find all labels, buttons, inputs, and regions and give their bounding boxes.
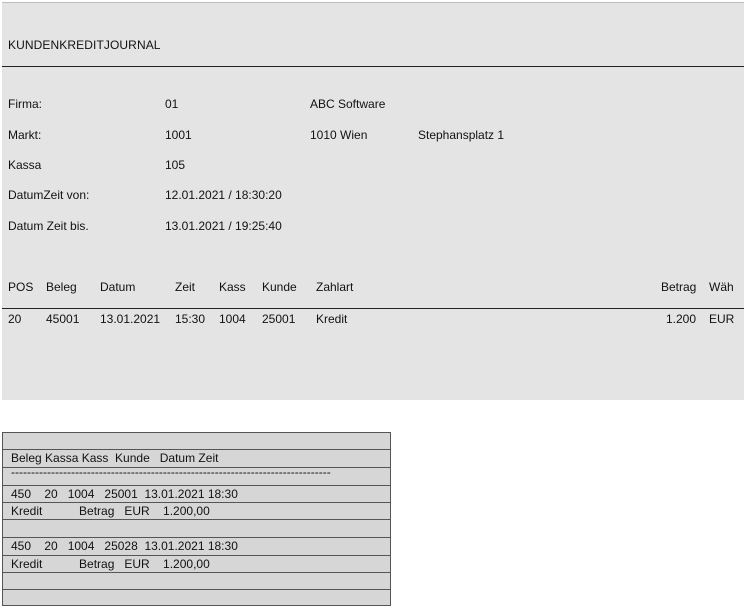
table-cell-zeit: 15:30 [175,312,206,326]
col-header-pos: POS [8,280,34,294]
col-header-zahlart: Zahlart [316,280,354,294]
col-header-beleg: Beleg [46,280,77,294]
col-header-kass: Kass [219,280,246,294]
markt-label: Markt: [8,128,42,142]
table-cell-pos: 20 [8,312,22,326]
firma-value: 01 [165,97,179,111]
receipt-line: Kredit Betrag EUR 1.200,00 [11,557,210,571]
datum-bis-label: Datum Zeit bis. [8,219,89,233]
receipt-line: ----------------------------------------… [11,468,331,479]
report-panel: KUNDENKREDITJOURNAL Firma: 01 ABC Softwa… [2,2,744,400]
col-header-kunde: Kunde [262,280,297,294]
receipt-row: 450 20 1004 25001 13.01.2021 18:30 [3,486,390,503]
datum-von-value: 12.01.2021 / 18:30:20 [165,188,282,202]
receipt-grid: Beleg Kassa Kass Kunde Datum Zeit ------… [2,432,391,606]
receipt-row: Beleg Kassa Kass Kunde Datum Zeit [3,450,390,468]
report-title-bar: KUNDENKREDITJOURNAL [2,2,744,67]
receipt-line: Beleg Kassa Kass Kunde Datum Zeit [11,451,219,465]
markt-city: 1010 Wien [310,128,368,142]
report-title: KUNDENKREDITJOURNAL [8,38,161,52]
markt-value: 1001 [165,128,192,142]
receipt-row: Kredit Betrag EUR 1.200,00 [3,503,390,520]
receipt-row: 450 20 1004 25028 13.01.2021 18:30 [3,538,390,556]
kassa-value: 105 [165,158,186,172]
receipt-line: 450 20 1004 25001 13.01.2021 18:30 [11,487,238,501]
col-header-zeit: Zeit [175,280,196,294]
col-header-waehrung: Wäh [709,280,734,294]
receipt-line: 450 20 1004 25028 13.01.2021 18:30 [11,539,238,553]
table-cell-beleg: 45001 [46,312,80,326]
col-header-datum: Datum [100,280,136,294]
report-body: Firma: 01 ABC Software Markt: 1001 1010 … [2,68,744,400]
datum-von-label: DatumZeit von: [8,188,90,202]
receipt-row: ----------------------------------------… [3,468,390,486]
datum-bis-value: 13.01.2021 / 19:25:40 [165,219,282,233]
table-cell-datum: 13.01.2021 [100,312,161,326]
receipt-row: Kredit Betrag EUR 1.200,00 [3,556,390,573]
markt-street: Stephansplatz 1 [418,128,505,142]
receipt-row [3,433,390,450]
table-cell-waehrung: EUR [709,312,735,326]
table-cell-betrag: 1.200 [666,312,697,326]
receipt-row [3,573,390,590]
receipt-row [3,520,390,538]
table-cell-kass: 1004 [219,312,246,326]
col-header-betrag: Betrag [661,280,697,294]
receipt-line: Kredit Betrag EUR 1.200,00 [11,504,210,518]
table-cell-kunde: 25001 [262,312,296,326]
firma-name: ABC Software [310,97,386,111]
firma-label: Firma: [8,97,42,111]
table-cell-zahlart: Kredit [316,312,348,326]
receipt-row [3,590,390,605]
kassa-label: Kassa [8,158,42,172]
header-divider [2,308,744,309]
